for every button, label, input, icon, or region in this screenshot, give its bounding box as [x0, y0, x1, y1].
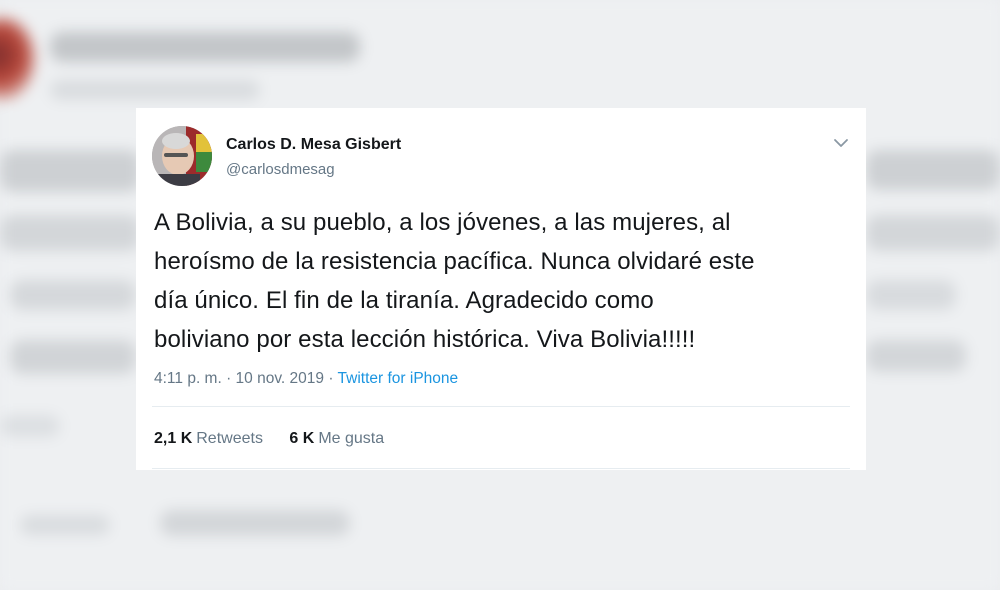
- likes-stat[interactable]: 6 K Me gusta: [289, 430, 384, 448]
- background-text-block: [866, 280, 956, 310]
- chevron-down-icon[interactable]: [832, 136, 850, 150]
- retweets-label: Retweets: [196, 430, 263, 447]
- tweet-card: Carlos D. Mesa Gisbert @carlosdmesag A B…: [136, 108, 866, 470]
- retweets-stat[interactable]: 2,1 K Retweets: [154, 430, 263, 448]
- tweet-text: A Bolivia, a su pueblo, a los jóvenes, a…: [154, 203, 854, 359]
- author-handle[interactable]: @carlosdmesag: [226, 161, 335, 178]
- background-text-block: [866, 150, 1000, 190]
- divider: [152, 468, 850, 469]
- tweet-text-line: heroísmo de la resistencia pacífica. Nun…: [154, 248, 755, 275]
- background-text-block: [0, 215, 140, 251]
- likes-count: 6 K: [289, 430, 315, 447]
- author-name[interactable]: Carlos D. Mesa Gisbert: [226, 136, 401, 154]
- tweet-text-line: A Bolivia, a su pueblo, a los jóvenes, a…: [154, 209, 731, 236]
- background-avatar: [0, 18, 34, 100]
- tweet-stats: 2,1 K Retweets 6 K Me gusta: [154, 430, 406, 448]
- background-text-block: [866, 340, 966, 372]
- retweets-count: 2,1 K: [154, 430, 193, 447]
- avatar[interactable]: [152, 126, 212, 186]
- background-text-block: [50, 80, 260, 100]
- tweet-text-line: boliviano por esta lección histórica. Vi…: [154, 326, 696, 353]
- tweet-source-link[interactable]: Twitter for iPhone: [338, 370, 459, 387]
- tweet-timestamp[interactable]: 4:11 p. m. · 10 nov. 2019 ·: [154, 370, 338, 387]
- background-text-block: [0, 150, 140, 192]
- divider: [152, 406, 850, 407]
- background-text-block: [0, 415, 60, 437]
- profile-photo-icon: [152, 126, 212, 186]
- background-text-block: [10, 280, 136, 310]
- background-text-block: [20, 515, 110, 535]
- tweet-metadata: 4:11 p. m. · 10 nov. 2019 · Twitter for …: [154, 370, 458, 388]
- background-text-block: [10, 340, 136, 374]
- likes-label: Me gusta: [318, 430, 385, 447]
- background-text-block: [160, 510, 350, 536]
- tweet-text-line: día único. El fin de la tiranía. Agradec…: [154, 287, 654, 314]
- background-text-block: [866, 215, 1000, 251]
- background-text-block: [50, 32, 360, 62]
